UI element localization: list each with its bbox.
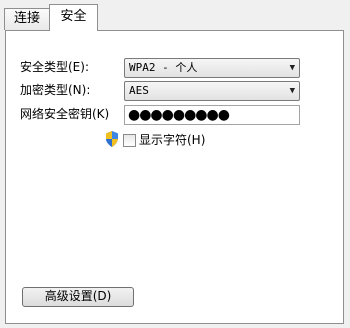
security-type-value: WPA2 - 个人 [129, 61, 198, 74]
show-characters-checkbox[interactable] [123, 134, 136, 147]
encryption-type-value: AES [129, 84, 149, 97]
encryption-type-label: 加密类型(N): [20, 83, 91, 97]
show-characters-label: 显示字符(H) [139, 133, 206, 147]
chevron-down-icon: ▼ [289, 63, 295, 73]
network-key-label: 网络安全密钥(K) [20, 107, 110, 121]
encryption-type-select[interactable]: AES ▼ [124, 81, 300, 101]
security-panel: 安全类型(E): WPA2 - 个人 ▼ 加密类型(N): AES ▼ 网络安全… [5, 30, 344, 324]
tab-connection[interactable]: 连接 [4, 8, 50, 30]
wireless-properties-window: 连接 安全 安全类型(E): WPA2 - 个人 ▼ 加密类型(N): AES … [0, 0, 350, 328]
chevron-down-icon: ▼ [289, 86, 295, 96]
shield-icon [106, 131, 118, 147]
tab-security[interactable]: 安全 [49, 4, 98, 31]
network-key-input[interactable]: ●●●●●●●●● [124, 105, 300, 125]
security-type-select[interactable]: WPA2 - 个人 ▼ [124, 58, 300, 78]
advanced-settings-button[interactable]: 高级设置(D) [22, 287, 134, 307]
security-type-label: 安全类型(E): [20, 60, 89, 74]
tab-strip: 连接 安全 [0, 0, 350, 31]
